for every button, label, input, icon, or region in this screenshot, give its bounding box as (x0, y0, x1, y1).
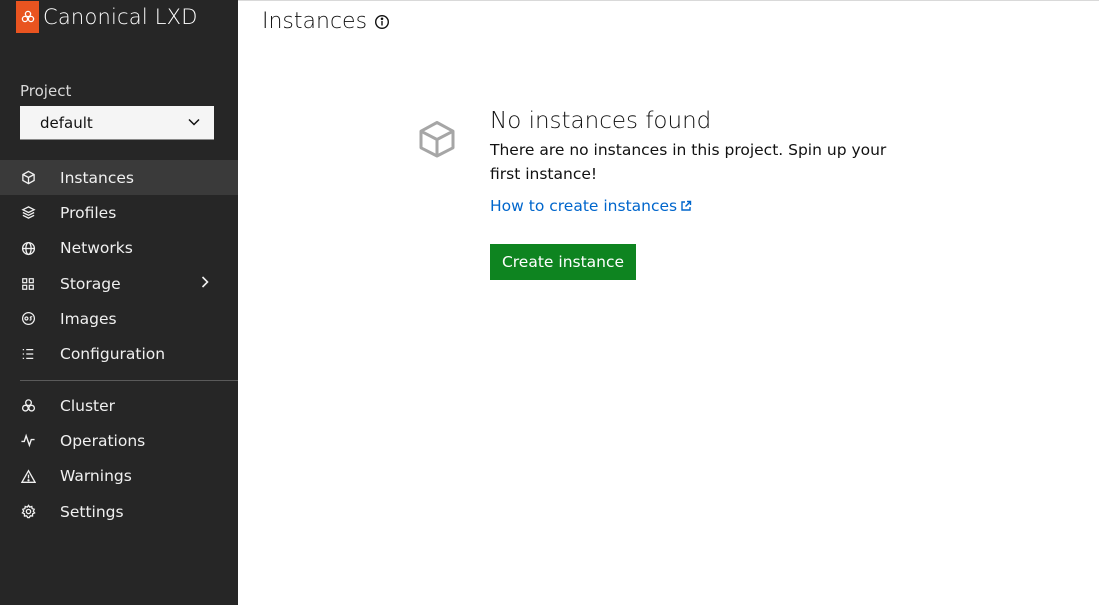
empty-state-title: No instances found (490, 108, 712, 134)
cluster-icon (20, 398, 36, 414)
sidebar-divider (20, 380, 238, 381)
sidebar-item-profiles[interactable]: Profiles (0, 195, 238, 230)
sidebar-item-label: Warnings (60, 467, 132, 486)
page-title: Instances (262, 9, 390, 34)
sidebar-item-label: Cluster (60, 396, 116, 415)
secondary-nav: Cluster Operations Warnings Settings (0, 388, 238, 529)
sidebar-item-label: Operations (60, 431, 146, 450)
pulse-icon (20, 433, 36, 449)
brand[interactable]: Canonical LXD (16, 1, 198, 33)
sidebar-item-configuration[interactable]: Configuration (0, 336, 238, 371)
page-title-text: Instances (262, 9, 368, 34)
empty-state-cube-icon (418, 120, 456, 162)
sidebar-item-networks[interactable]: Networks (0, 231, 238, 266)
grid-icon (20, 276, 36, 292)
sidebar: Canonical LXD Project default Instances (0, 0, 238, 605)
sidebar-item-images[interactable]: Images (0, 301, 238, 336)
lxd-logo-icon (16, 1, 39, 33)
sidebar-item-label: Networks (60, 239, 133, 258)
sidebar-item-label: Images (60, 309, 117, 328)
project-select-value: default (40, 113, 93, 132)
sidebar-item-settings[interactable]: Settings (0, 494, 238, 529)
primary-nav: Instances Profiles Networks Storage Imag… (0, 160, 238, 372)
how-to-create-instances-link[interactable]: How to create instances (490, 197, 692, 215)
link-text: How to create instances (490, 197, 678, 215)
app: Canonical LXD Project default Instances (0, 0, 1099, 605)
globe-icon (20, 240, 36, 256)
gear-icon (20, 504, 36, 520)
sidebar-item-label: Settings (60, 502, 124, 521)
sidebar-item-cluster[interactable]: Cluster (0, 388, 238, 423)
create-instance-button[interactable]: Create instance (490, 244, 636, 280)
chevron-down-icon (187, 115, 201, 133)
sidebar-item-instances[interactable]: Instances (0, 160, 238, 196)
layers-icon (20, 205, 36, 221)
cube-icon (20, 170, 36, 186)
empty-state-text: There are no instances in this project. … (490, 141, 887, 183)
sidebar-item-warnings[interactable]: Warnings (0, 459, 238, 494)
project-select[interactable]: default (20, 106, 214, 140)
info-icon[interactable] (374, 14, 390, 30)
sidebar-item-label: Storage (60, 274, 121, 293)
brand-name: Canonical LXD (43, 5, 198, 29)
sidebar-item-label: Configuration (60, 345, 166, 364)
project-label: Project (20, 82, 72, 100)
list-icon (20, 346, 36, 362)
sidebar-item-label: Profiles (60, 203, 117, 222)
sidebar-item-label: Instances (60, 168, 135, 187)
sidebar-item-storage[interactable]: Storage (0, 266, 238, 301)
os-image-icon (20, 311, 36, 327)
chevron-right-icon[interactable] (199, 275, 211, 293)
external-link-icon (680, 200, 692, 212)
warning-icon (20, 468, 36, 484)
main-content: Instances No instances found There are n… (238, 0, 1099, 605)
sidebar-item-operations[interactable]: Operations (0, 423, 238, 458)
